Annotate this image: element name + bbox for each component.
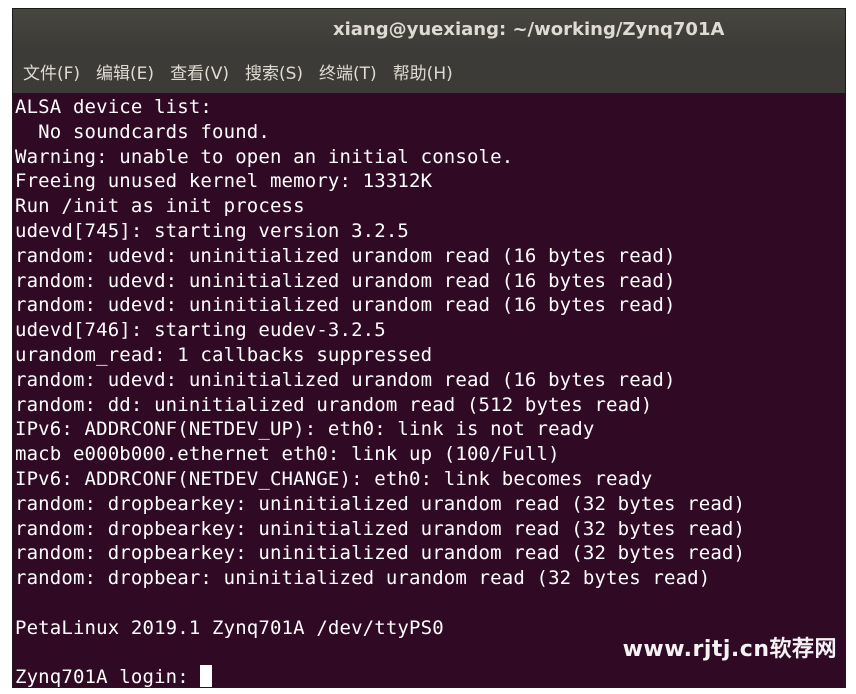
menu-search[interactable]: 搜索(S) [237,59,311,84]
terminal-line: Run /init as init process [15,195,305,218]
terminal-line: udevd[746]: starting eudev-3.2.5 [15,319,386,342]
terminal-line: IPv6: ADDRCONF(NETDEV_CHANGE): eth0: lin… [15,467,653,490]
menu-help[interactable]: 帮助(H) [385,59,461,84]
menu-bar: 文件(F) 编辑(E) 查看(V) 搜索(S) 终端(T) 帮助(H) [13,50,845,93]
terminal-line: random: dropbearkey: uninitialized urand… [15,542,746,565]
login-prompt: Zynq701A login: [15,666,201,688]
login-prompt-line[interactable]: Zynq701A login: [15,665,845,688]
watermark: www.rjtj.cn软荐网 [622,637,837,662]
window-titlebar[interactable]: xiang@yuexiang: ~/working/Zynq701A [13,9,845,50]
terminal-output[interactable]: ALSA device list: No soundcards found. W… [13,93,845,687]
terminal-line: Warning: unable to open an initial conso… [15,145,514,168]
terminal-line: random: udevd: uninitialized urandom rea… [15,368,676,391]
terminal-line: random: udevd: uninitialized urandom rea… [15,244,676,267]
text-cursor [200,665,213,687]
terminal-line: random: dropbearkey: uninitialized urand… [15,517,746,540]
menu-terminal[interactable]: 终端(T) [311,59,385,84]
menu-edit[interactable]: 编辑(E) [88,59,162,84]
terminal-line: ALSA device list: [15,96,213,118]
terminal-line: random: dropbear: uninitialized urandom … [15,567,711,590]
menu-view[interactable]: 查看(V) [162,59,237,84]
terminal-line: Freeing unused kernel memory: 13312K [15,170,433,193]
terminal-line: udevd[745]: starting version 3.2.5 [15,219,410,242]
terminal-line: No soundcards found. [15,120,270,143]
terminal-line: macb e000b000.ethernet eth0: link up (10… [15,443,560,466]
menu-file[interactable]: 文件(F) [15,59,88,84]
terminal-line: random: udevd: uninitialized urandom rea… [15,294,676,317]
terminal-line: random: udevd: uninitialized urandom rea… [15,269,676,292]
window-title: xiang@yuexiang: ~/working/Zynq701A [333,19,725,40]
terminal-window: xiang@yuexiang: ~/working/Zynq701A 文件(F)… [12,8,846,688]
terminal-line: random: dropbearkey: uninitialized urand… [15,492,746,515]
terminal-line: urandom_read: 1 callbacks suppressed [15,343,433,366]
terminal-line: random: dd: uninitialized urandom read (… [15,393,653,416]
terminal-line: IPv6: ADDRCONF(NETDEV_UP): eth0: link is… [15,418,595,441]
